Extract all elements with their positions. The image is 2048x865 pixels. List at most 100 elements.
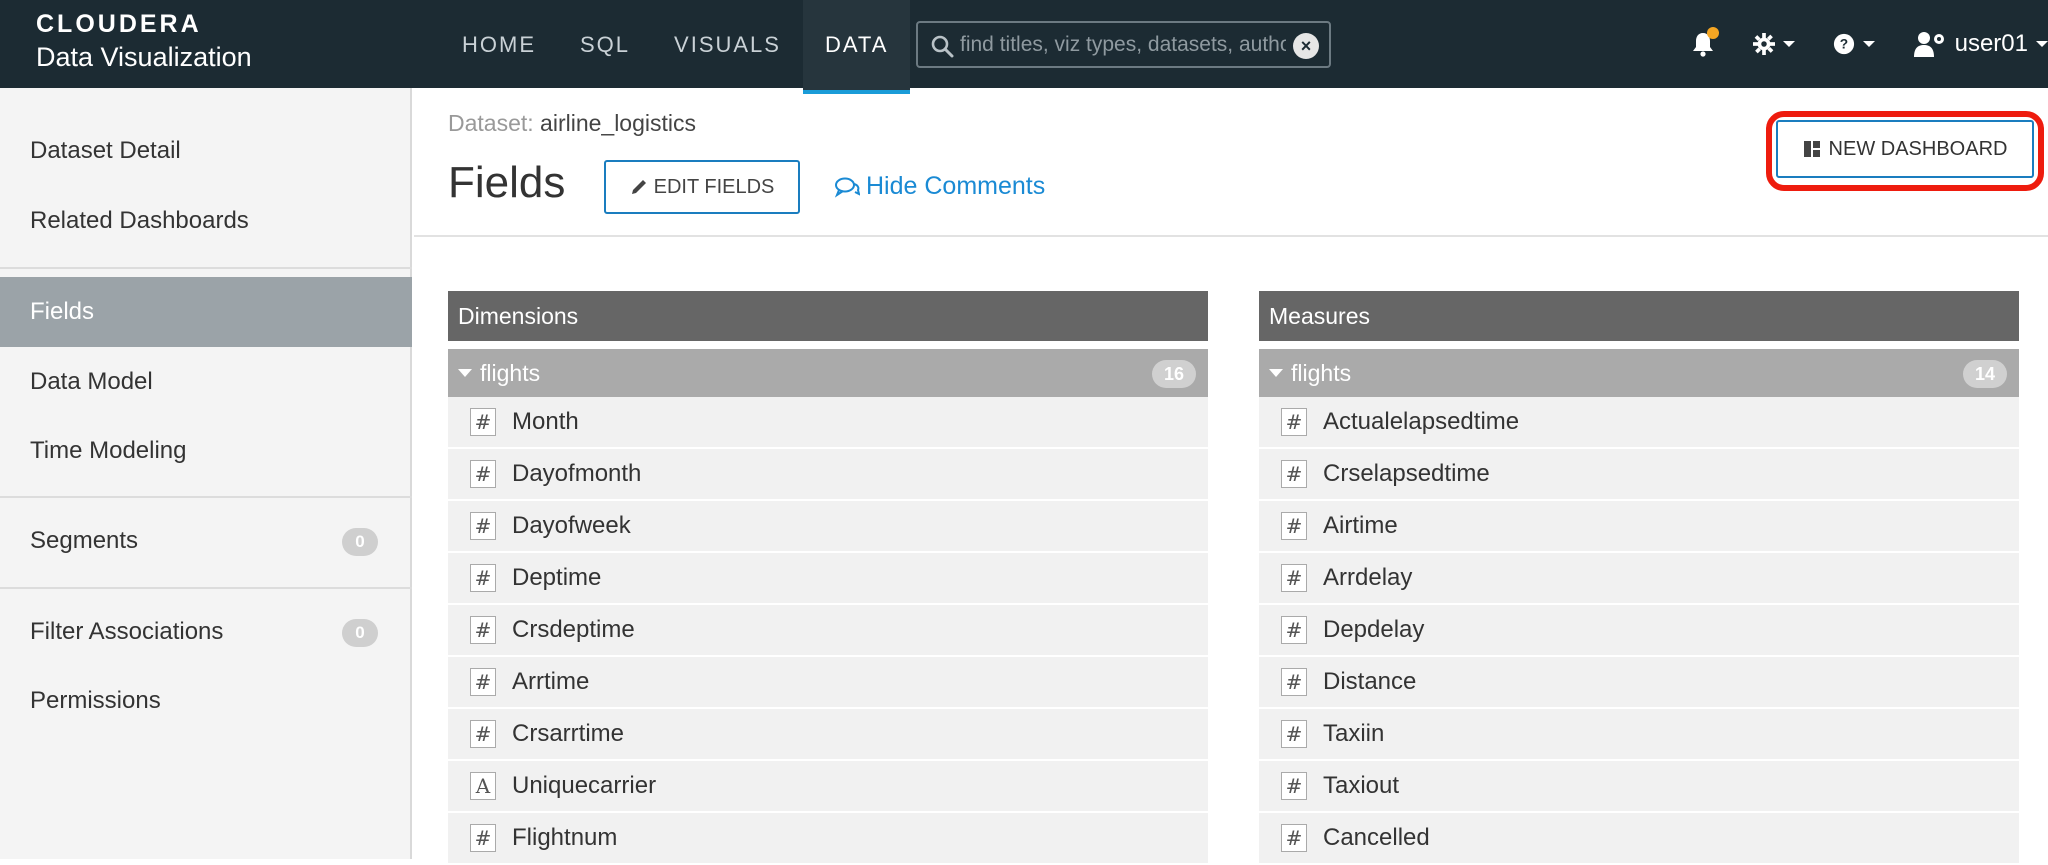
top-navbar: CLOUDERA Data Visualization HOME SQL VIS…	[0, 0, 2048, 94]
nav-tab-sql[interactable]: SQL	[558, 0, 652, 90]
field-name: Dayofmonth	[512, 460, 642, 487]
sidebar-item-label: Related Dashboards	[30, 207, 249, 234]
field-name: Uniquecarrier	[512, 772, 657, 799]
settings-menu[interactable]	[1752, 33, 1795, 55]
help-icon: ?	[1833, 33, 1854, 55]
group-count-badge: 16	[1152, 360, 1196, 388]
pencil-icon	[631, 180, 646, 194]
dataset-prefix: Dataset:	[448, 110, 534, 136]
field-row[interactable]: # Crselapsedtime	[1259, 449, 2019, 501]
numeric-type-icon: #	[1281, 720, 1307, 748]
field-name: Crsarrtime	[512, 720, 624, 747]
text-type-icon: A	[470, 772, 496, 800]
user-gear-icon	[1913, 32, 1944, 57]
help-menu[interactable]: ?	[1833, 33, 1875, 55]
numeric-type-icon: #	[470, 512, 496, 540]
field-name: Airtime	[1323, 512, 1398, 539]
new-dashboard-button[interactable]: NEW DASHBOARD	[1776, 120, 2034, 178]
chevron-down-icon	[1782, 41, 1795, 47]
sidebar-item-label: Segments	[30, 527, 139, 554]
brand-logo[interactable]: CLOUDERA Data Visualization	[36, 10, 252, 74]
field-name: Actualelapsedtime	[1323, 408, 1520, 435]
field-name: Deptime	[512, 564, 602, 591]
sidebar-item-data-model[interactable]: Data Model	[0, 347, 412, 417]
field-name: Arrdelay	[1323, 564, 1413, 591]
numeric-type-icon: #	[1281, 564, 1307, 592]
field-row[interactable]: A Uniquecarrier	[448, 761, 1208, 813]
brand-name: CLOUDERA	[36, 10, 202, 38]
field-row[interactable]: # Taxiout	[1259, 761, 2019, 813]
search-input[interactable]	[960, 29, 1286, 61]
clear-search-icon[interactable]: ×	[1293, 33, 1319, 59]
field-row[interactable]: # Distance	[1259, 657, 2019, 709]
field-row[interactable]: # Dayofweek	[448, 501, 1208, 553]
edit-fields-label: EDIT FIELDS	[653, 175, 775, 198]
new-dashboard-label: NEW DASHBOARD	[1828, 137, 2008, 160]
sidebar-item-dataset-detail[interactable]: Dataset Detail	[0, 116, 412, 186]
filter-associations-count-badge: 0	[342, 619, 378, 647]
numeric-type-icon: #	[470, 616, 496, 644]
field-row[interactable]: # Dayofmonth	[448, 449, 1208, 501]
sidebar-item-related-dashboards[interactable]: Related Dashboards	[0, 186, 412, 256]
field-row[interactable]: # Deptime	[448, 553, 1208, 605]
field-name: Month	[512, 408, 579, 435]
numeric-type-icon: #	[470, 564, 496, 592]
sidebar-item-label: Dataset Detail	[30, 137, 181, 164]
field-name: Crsdeptime	[512, 616, 635, 643]
field-name: Dayofweek	[512, 512, 631, 539]
numeric-type-icon: #	[1281, 460, 1307, 488]
numeric-type-icon: #	[470, 460, 496, 488]
edit-fields-button[interactable]: EDIT FIELDS	[604, 160, 800, 214]
hide-comments-link[interactable]: Hide Comments	[834, 172, 1045, 201]
collapse-caret-icon	[1269, 368, 1283, 377]
svg-text:?: ?	[1839, 37, 1847, 52]
segments-count-badge: 0	[342, 528, 378, 556]
field-row[interactable]: # Cancelled	[1259, 813, 2019, 865]
sidebar-item-label: Time Modeling	[30, 437, 187, 464]
sidebar: Dataset Detail Related Dashboards Fields…	[0, 88, 412, 859]
user-menu[interactable]: user01	[1913, 30, 2048, 58]
nav-tab-visuals[interactable]: VISUALS	[652, 0, 803, 90]
group-count-badge: 14	[1963, 360, 2007, 388]
sidebar-item-label: Data Model	[30, 368, 153, 395]
nav-tab-data[interactable]: DATA	[802, 0, 911, 94]
notifications-button[interactable]	[1691, 27, 1719, 57]
field-row[interactable]: # Crsdeptime	[448, 605, 1208, 657]
main-nav: HOME SQL VISUALS DATA	[440, 0, 911, 94]
numeric-type-icon: #	[1281, 772, 1307, 800]
dimensions-group-flights[interactable]: flights 16	[448, 349, 1208, 397]
dataset-breadcrumb: Dataset: airline_logistics	[448, 110, 696, 137]
gear-icon	[1752, 33, 1775, 55]
field-name: Depdelay	[1323, 616, 1425, 643]
chevron-down-icon	[1862, 41, 1875, 47]
field-row[interactable]: # Arrdelay	[1259, 553, 2019, 605]
dimensions-header: Dimensions	[448, 291, 1208, 341]
field-row[interactable]: # Taxiin	[1259, 709, 2019, 761]
sidebar-item-segments[interactable]: Segments 0	[0, 506, 412, 576]
sidebar-item-time-modeling[interactable]: Time Modeling	[0, 416, 412, 486]
measures-panel: Measures flights 14 # Actualelapsedtime #…	[1259, 291, 2019, 865]
dimensions-panel: Dimensions flights 16 # Month # Dayofmonth…	[448, 291, 1208, 865]
field-row[interactable]: # Flightnum	[448, 813, 1208, 865]
sidebar-item-label: Permissions	[30, 687, 161, 714]
brand-product: Data Visualization	[36, 42, 252, 72]
numeric-type-icon: #	[470, 824, 496, 852]
sidebar-item-permissions[interactable]: Permissions	[0, 666, 412, 736]
dashboard-icon	[1803, 141, 1820, 157]
measures-group-flights[interactable]: flights 14	[1259, 349, 2019, 397]
dataset-name: airline_logistics	[540, 110, 697, 136]
sidebar-item-filter-associations[interactable]: Filter Associations 0	[0, 597, 412, 667]
sidebar-item-label: Filter Associations	[30, 618, 224, 645]
field-row[interactable]: # Depdelay	[1259, 605, 2019, 657]
field-row[interactable]: # Airtime	[1259, 501, 2019, 553]
numeric-type-icon: #	[1281, 512, 1307, 540]
field-row[interactable]: # Month	[448, 397, 1208, 449]
field-row[interactable]: # Crsarrtime	[448, 709, 1208, 761]
measures-header: Measures	[1259, 291, 2019, 341]
nav-tab-home[interactable]: HOME	[440, 0, 558, 90]
page-title: Fields	[448, 158, 566, 207]
field-row[interactable]: # Actualelapsedtime	[1259, 397, 2019, 449]
field-row[interactable]: # Arrtime	[448, 657, 1208, 709]
field-name: Cancelled	[1323, 824, 1430, 851]
sidebar-item-fields[interactable]: Fields	[0, 277, 412, 347]
